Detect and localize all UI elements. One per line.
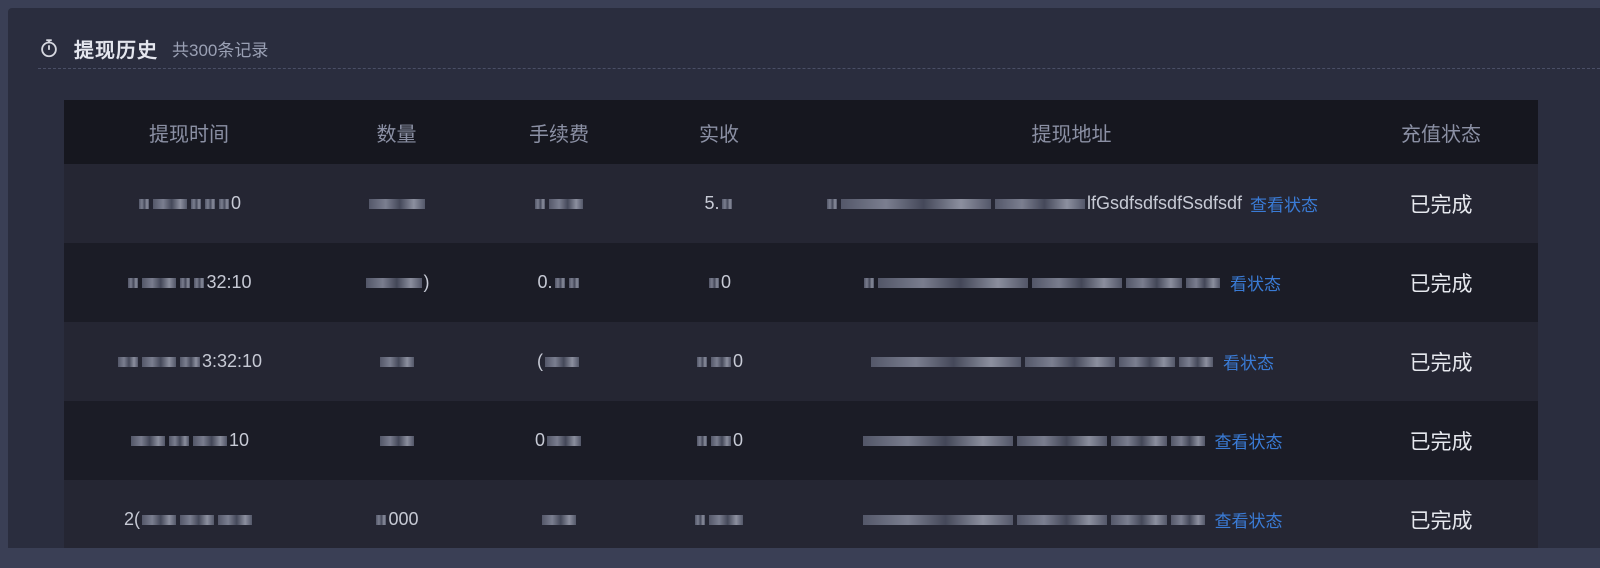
cell-time: 10 — [64, 430, 314, 451]
table-row: 2( 000 查看状态 已完成 — [64, 480, 1538, 550]
cell-status: 已完成 — [1344, 189, 1538, 219]
cell-time: 3:32:10 — [64, 351, 314, 372]
panel-header: 提现历史 共300条记录 — [38, 30, 268, 66]
cell-time: 2( — [64, 509, 314, 530]
withdraw-table: 提现时间 数量 手续费 实收 提现地址 充值状态 0 5. lfGsdfsdfs… — [64, 100, 1538, 550]
cell-received: 0 — [639, 272, 799, 293]
cell-fee: 0 — [479, 430, 639, 451]
cell-quantity — [314, 435, 479, 446]
cell-received — [639, 514, 799, 525]
table-row: 0 5. lfGsdfsdfsdfSsdfsdf 查看状态 已完成 — [64, 164, 1538, 243]
col-header-fee[interactable]: 手续费 — [479, 118, 639, 147]
cell-quantity: 000 — [314, 509, 479, 530]
col-header-received[interactable]: 实收 — [639, 118, 799, 147]
status-badge: 已完成 — [1409, 193, 1473, 217]
cell-received: 5. — [639, 193, 799, 214]
cell-address: lfGsdfsdfsdfSsdfsdf 查看状态 — [799, 191, 1344, 216]
cell-quantity: ) — [314, 272, 479, 293]
cell-status: 已完成 — [1344, 268, 1538, 298]
cell-address: 查看状态 — [799, 428, 1344, 453]
withdraw-history-panel: 提现历史 共300条记录 提现时间 数量 手续费 实收 提现地址 充值状态 0 … — [8, 8, 1600, 556]
cell-address: 看状态 — [799, 349, 1344, 374]
cell-fee: ( — [479, 351, 639, 372]
cell-status: 已完成 — [1344, 347, 1538, 377]
cell-quantity — [314, 198, 479, 209]
status-badge: 已完成 — [1409, 351, 1473, 375]
cell-status: 已完成 — [1344, 505, 1538, 535]
cell-received: 0 — [639, 430, 799, 451]
table-header: 提现时间 数量 手续费 实收 提现地址 充值状态 — [64, 100, 1538, 164]
cell-time: 32:10 — [64, 272, 314, 293]
page-title: 提现历史 — [74, 39, 158, 62]
view-status-link[interactable]: 查看状态 — [1215, 428, 1283, 453]
cell-fee — [479, 198, 639, 209]
table-row: 3:32:10 ( 0 看状态 已完成 — [64, 322, 1538, 401]
bottom-bar — [0, 548, 1600, 568]
col-header-time[interactable]: 提现时间 — [64, 118, 314, 147]
record-count: 共300条记录 — [172, 40, 269, 60]
cell-fee: 0. — [479, 272, 639, 293]
cell-time: 0 — [64, 193, 314, 214]
cell-status: 已完成 — [1344, 426, 1538, 456]
col-header-status[interactable]: 充值状态 — [1344, 118, 1538, 147]
view-status-link[interactable]: 查看状态 — [1215, 507, 1283, 532]
view-status-link[interactable]: 看状态 — [1223, 349, 1274, 374]
table-row: 10 0 0 查看状态 已完成 — [64, 401, 1538, 480]
view-status-link[interactable]: 查看状态 — [1250, 191, 1318, 216]
col-header-quantity[interactable]: 数量 — [314, 118, 479, 147]
cell-quantity — [314, 356, 479, 367]
cell-address: 查看状态 — [799, 507, 1344, 532]
status-badge: 已完成 — [1409, 430, 1473, 454]
status-badge: 已完成 — [1409, 509, 1473, 533]
stopwatch-icon — [41, 39, 57, 58]
status-badge: 已完成 — [1409, 272, 1473, 296]
cell-address: 看状态 — [799, 270, 1344, 295]
table-row: 32:10 ) 0. 0 看状态 已完成 — [64, 243, 1538, 322]
col-header-address[interactable]: 提现地址 — [799, 118, 1344, 147]
cell-received: 0 — [639, 351, 799, 372]
view-status-link[interactable]: 看状态 — [1230, 270, 1281, 295]
header-divider — [38, 68, 1600, 69]
cell-fee — [479, 514, 639, 525]
